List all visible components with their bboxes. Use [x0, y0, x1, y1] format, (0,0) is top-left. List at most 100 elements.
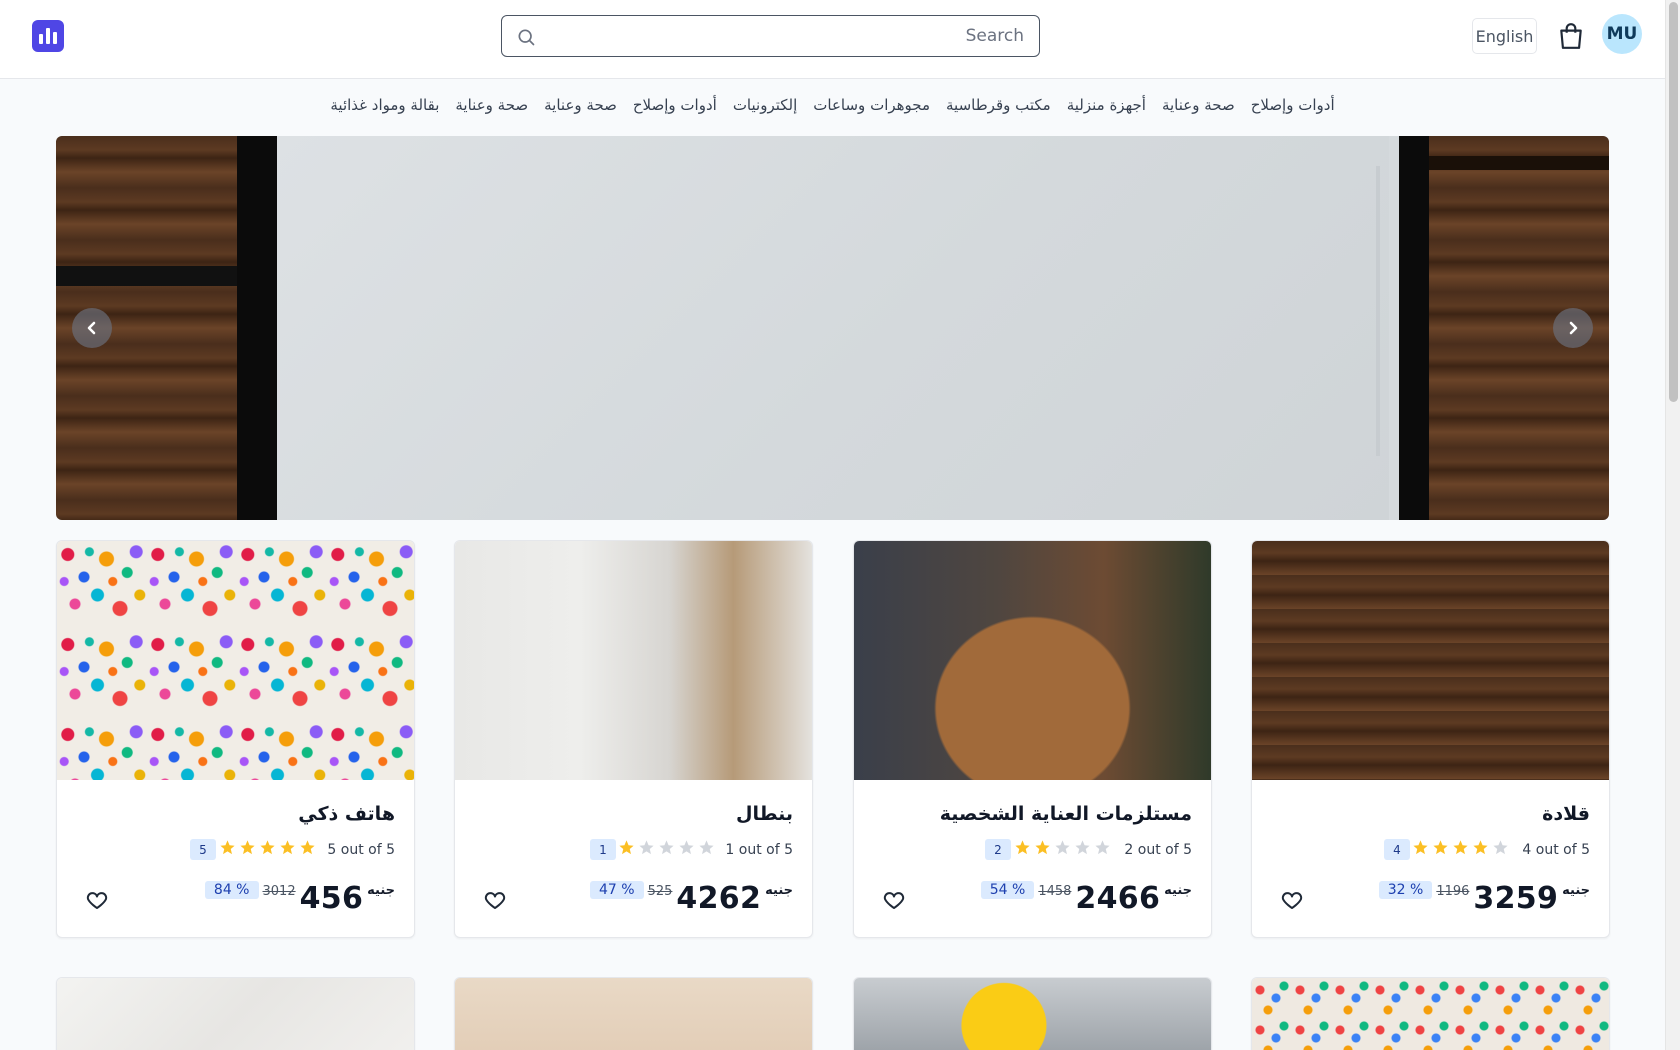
discount-badge: 32 % — [1378, 881, 1433, 899]
star-filled-icon — [240, 840, 255, 855]
currency-label: جنيه — [1164, 883, 1192, 898]
category-link[interactable]: صحة وعناية — [455, 96, 528, 114]
product-card[interactable] — [454, 977, 813, 1050]
star-filled-icon — [220, 840, 235, 855]
currency-label: جنيه — [1562, 883, 1590, 898]
product-image[interactable] — [1252, 541, 1609, 780]
carousel-prev-button[interactable] — [72, 308, 112, 348]
rating-text: 2 out of 5 — [1124, 842, 1192, 858]
language-button[interactable]: English — [1472, 18, 1537, 54]
hero-image-detail — [56, 266, 241, 286]
star-empty-icon — [1055, 840, 1070, 855]
search-input[interactable] — [502, 16, 1039, 56]
category-link[interactable]: إلكترونيات — [733, 96, 797, 114]
category-link[interactable]: مكتب وقرطاسية — [946, 96, 1051, 114]
carousel-next-button[interactable] — [1553, 308, 1593, 348]
product-price: 2466 — [1075, 881, 1161, 916]
product-title[interactable]: قلادة — [1542, 803, 1590, 825]
product-card[interactable] — [56, 977, 415, 1050]
hero-image-detail — [237, 136, 277, 520]
star-filled-icon — [300, 840, 315, 855]
price-row: جنيه 3259 1196 32 % — [1373, 881, 1590, 916]
category-link[interactable]: أدوات وإصلاح — [633, 96, 717, 114]
scrollbar-thumb[interactable] — [1669, 2, 1678, 402]
category-link[interactable]: أجهزة منزلية — [1067, 96, 1146, 114]
product-card[interactable] — [1251, 977, 1610, 1050]
discount-badge: 47 % — [590, 881, 644, 899]
price-row: جنيه 4262 525 47 % — [584, 881, 793, 916]
product-image[interactable] — [1252, 978, 1609, 1050]
star-filled-icon — [619, 840, 634, 855]
category-link[interactable]: أدوات وإصلاح — [1251, 96, 1335, 114]
hero-image-detail — [1376, 166, 1380, 456]
shopping-bag-icon[interactable] — [1558, 22, 1584, 50]
product-card[interactable]: هاتف ذكي 5 out of 5 5 جنيه 456 3012 84 % — [56, 540, 415, 938]
product-card[interactable]: بنطال 1 out of 5 1 جنيه 4262 525 47 % — [454, 540, 813, 938]
product-price: 3259 — [1473, 881, 1559, 916]
original-price: 3012 — [262, 884, 296, 899]
chevron-right-icon — [1569, 321, 1578, 335]
heart-icon[interactable] — [882, 888, 906, 912]
product-image[interactable] — [854, 541, 1211, 780]
category-link[interactable]: بقالة ومواد غذائية — [330, 96, 439, 114]
product-image[interactable] — [455, 541, 812, 780]
star-rating — [618, 839, 715, 856]
product-image[interactable] — [57, 978, 414, 1050]
star-filled-icon — [280, 840, 295, 855]
hero-image-detail — [277, 136, 1389, 520]
product-card[interactable]: مستلزمات العناية الشخصية 2 out of 5 2 جن… — [853, 540, 1212, 938]
logo-icon[interactable] — [32, 20, 64, 52]
product-title[interactable]: هاتف ذكي — [298, 803, 395, 825]
price-row: جنيه 2466 1458 54 % — [975, 881, 1192, 916]
review-count-badge: 5 — [190, 839, 216, 860]
star-filled-icon — [1413, 840, 1428, 855]
star-filled-icon — [1433, 840, 1448, 855]
product-image[interactable] — [854, 978, 1211, 1050]
star-empty-icon — [659, 840, 674, 855]
star-rating — [1014, 839, 1111, 856]
star-filled-icon — [260, 840, 275, 855]
user-avatar[interactable]: MU — [1602, 14, 1642, 54]
product-price: 4262 — [676, 881, 762, 916]
star-empty-icon — [699, 840, 714, 855]
star-filled-icon — [1035, 840, 1050, 855]
hero-image-detail — [1429, 156, 1609, 170]
rating-text: 1 out of 5 — [725, 842, 793, 858]
discount-badge: 54 % — [980, 881, 1035, 899]
heart-icon[interactable] — [1280, 888, 1304, 912]
product-price: 456 — [299, 881, 364, 916]
review-count-badge: 4 — [1384, 839, 1410, 860]
currency-label: جنيه — [367, 883, 395, 898]
star-empty-icon — [1075, 840, 1090, 855]
product-title[interactable]: مستلزمات العناية الشخصية — [940, 803, 1192, 825]
category-link[interactable]: مجوهرات وساعات — [813, 96, 930, 114]
search-icon — [518, 29, 535, 46]
star-filled-icon — [1473, 840, 1488, 855]
star-empty-icon — [1095, 840, 1110, 855]
star-filled-icon — [1453, 840, 1468, 855]
category-link[interactable]: صحة وعناية — [544, 96, 617, 114]
star-rating — [219, 839, 316, 856]
product-card[interactable] — [853, 977, 1212, 1050]
product-card[interactable]: قلادة 4 out of 5 4 جنيه 3259 1196 32 % — [1251, 540, 1610, 938]
rating-text: 4 out of 5 — [1522, 842, 1590, 858]
heart-icon[interactable] — [483, 888, 507, 912]
category-link[interactable]: صحة وعناية — [1162, 96, 1235, 114]
original-price: 525 — [647, 884, 673, 899]
original-price: 1196 — [1436, 884, 1470, 899]
top-header: English MU — [0, 0, 1665, 79]
original-price: 1458 — [1038, 884, 1072, 899]
rating-text: 5 out of 5 — [327, 842, 395, 858]
hero-carousel — [56, 136, 1609, 520]
discount-badge: 84 % — [204, 881, 259, 899]
currency-label: جنيه — [765, 883, 793, 898]
product-image[interactable] — [57, 541, 414, 780]
star-empty-icon — [639, 840, 654, 855]
category-nav: بقالة ومواد غذائية صحة وعناية صحة وعناية… — [0, 80, 1665, 130]
heart-icon[interactable] — [85, 888, 109, 912]
search-bar — [501, 15, 1040, 57]
star-rating — [1412, 839, 1509, 856]
page-scrollbar[interactable] — [1665, 0, 1680, 1050]
product-title[interactable]: بنطال — [736, 803, 793, 825]
product-image[interactable] — [455, 978, 812, 1050]
